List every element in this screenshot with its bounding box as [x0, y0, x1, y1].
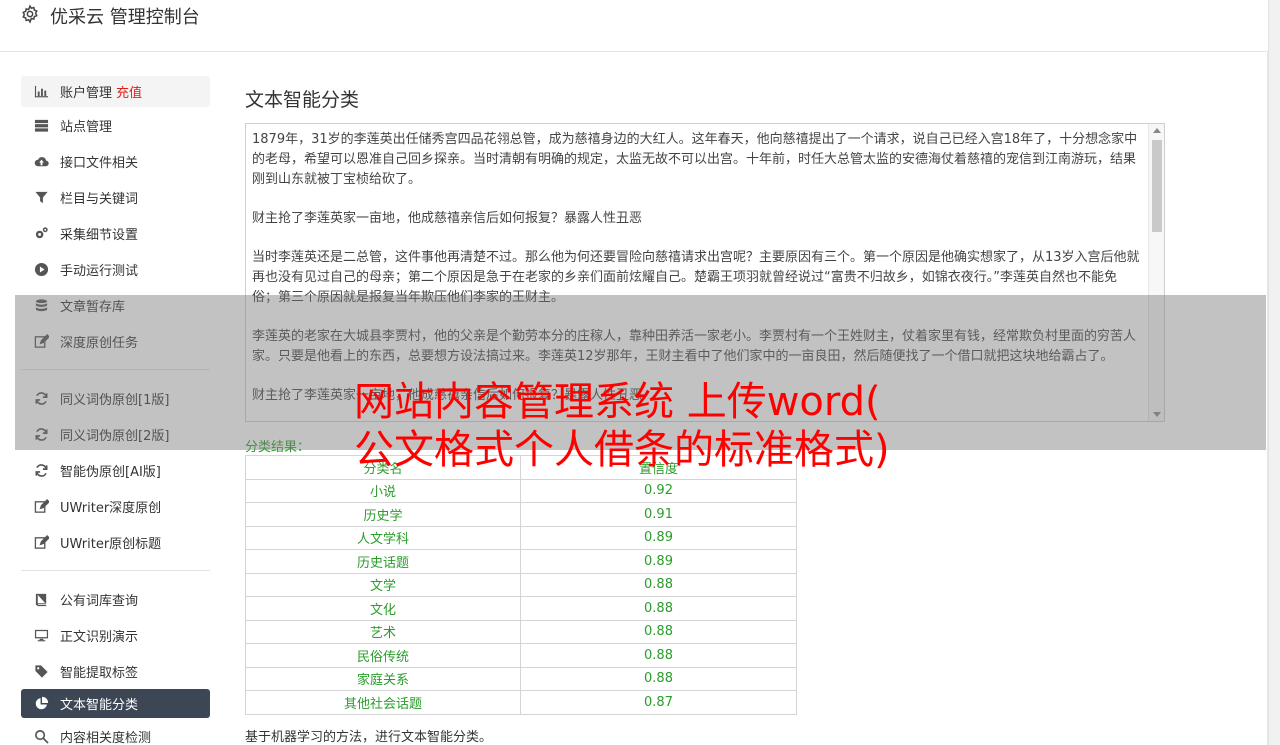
sidebar-item-label: 接口文件相关: [60, 155, 139, 171]
category-cell: 小说: [245, 478, 521, 503]
category-cell: 文化: [245, 596, 521, 621]
search-icon: [33, 728, 49, 744]
confidence-cell: 0.92: [520, 478, 797, 503]
tag-icon: [33, 663, 49, 679]
category-cell: 历史话题: [245, 549, 521, 574]
overlay-caption: 网站内容管理系统 上传word( 公文格式个人借条的标准格式): [354, 378, 994, 474]
server-icon: [33, 117, 49, 133]
classification-table: 分类名 置信度 小说 0.92 历史学 0.91 人文学科 0.89 历史话题 0.89…: [245, 455, 797, 715]
sidebar-item-interface-files[interactable]: 接口文件相关: [21, 143, 210, 179]
category-cell: 艺术: [245, 619, 521, 644]
footnote-text: 基于机器学习的方法，进行文本智能分类。: [245, 730, 493, 745]
sidebar-item-label: 智能伪原创[AI版]: [60, 464, 161, 480]
sidebar-item-label: 站点管理: [60, 119, 113, 135]
sidebar-item-label: 内容相关度检测: [60, 730, 152, 745]
table-row: 民俗传统 0.88: [245, 643, 797, 668]
text-paragraph: 1879年，31岁的李莲英出任储秀宫四品花翎总管，成为慈禧身边的大红人。这年春天…: [252, 132, 1138, 187]
table-row: 小说 0.92: [245, 478, 797, 503]
sidebar-item-text-recognition[interactable]: 正文识别演示: [21, 617, 210, 653]
overlay-line-2: 公文格式个人借条的标准格式): [354, 427, 890, 473]
refresh-icon: [33, 462, 49, 478]
table-row: 文学 0.88: [245, 572, 797, 597]
text-paragraph: 财主抢了李莲英家一亩地，他成慈禧亲信后如何报复？暴露人性丑恶: [252, 211, 643, 226]
sidebar-item-relevance-check[interactable]: 内容相关度检测: [21, 718, 210, 745]
overlay-line-1: 网站内容管理系统 上传word(: [354, 379, 881, 425]
sidebar-item-label: 智能提取标签: [60, 665, 139, 681]
sidebar-item-tag-extraction[interactable]: 智能提取标签: [21, 653, 210, 689]
edit-icon: [33, 534, 49, 550]
category-cell: 民俗传统: [245, 643, 521, 668]
recharge-link[interactable]: 充值: [116, 82, 142, 101]
table-row: 艺术 0.88: [245, 619, 797, 644]
confidence-cell: 0.87: [520, 690, 797, 715]
confidence-cell: 0.88: [520, 643, 797, 668]
sidebar-item-label: 账户管理: [60, 86, 113, 101]
sidebar-item-label: 采集细节设置: [60, 227, 139, 243]
sidebar-item-manual-run[interactable]: 手动运行测试: [21, 251, 210, 287]
sidebar-divider: [21, 570, 210, 571]
cogs-icon: [33, 225, 49, 241]
confidence-cell: 0.88: [520, 619, 797, 644]
page-scrollbar[interactable]: [1268, 0, 1280, 745]
sidebar-item-label: 正文识别演示: [60, 629, 139, 645]
sidebar-item-uwriter-deep[interactable]: UWriter深度原创: [21, 488, 210, 524]
table-row: 家庭关系 0.88: [245, 666, 797, 691]
sidebar-item-label: UWriter原创标题: [60, 536, 162, 552]
scrollbar-thumb[interactable]: [1152, 140, 1162, 232]
confidence-cell: 0.91: [520, 502, 797, 527]
sidebar-item-text-classification[interactable]: 文本智能分类: [21, 689, 210, 718]
book-icon: [33, 591, 49, 607]
confidence-cell: 0.88: [520, 572, 797, 597]
table-row: 人文学科 0.89: [245, 525, 797, 550]
sidebar-item-public-lexicon[interactable]: 公有词库查询: [21, 581, 210, 617]
category-cell: 历史学: [245, 502, 521, 527]
sidebar-item-uwriter-title[interactable]: UWriter原创标题: [21, 524, 210, 560]
scroll-up-icon[interactable]: [1153, 128, 1161, 133]
sidebar-item-label: 文本智能分类: [60, 698, 139, 713]
confidence-cell: 0.88: [520, 666, 797, 691]
table-row: 历史话题 0.89: [245, 549, 797, 574]
play-circle-icon: [33, 261, 49, 277]
app-title: 优采云 管理控制台: [50, 7, 200, 28]
sidebar-item-label: 公有词库查询: [60, 593, 139, 609]
bar-chart-icon: [33, 84, 49, 100]
monitor-icon: [33, 627, 49, 643]
sidebar-item-collection-settings[interactable]: 采集细节设置: [21, 215, 210, 251]
category-cell: 其他社会话题: [245, 690, 521, 715]
sidebar-item-label: UWriter深度原创: [60, 500, 162, 516]
cloud-upload-icon: [33, 153, 49, 169]
filter-icon: [33, 189, 49, 205]
category-cell: 文学: [245, 572, 521, 597]
sidebar-item-label: 栏目与关键词: [60, 191, 139, 207]
category-cell: 家庭关系: [245, 666, 521, 691]
table-row: 其他社会话题 0.87: [245, 690, 797, 715]
gear-icon: [22, 4, 38, 24]
pie-chart-icon: [33, 696, 49, 712]
sidebar-item-account[interactable]: 账户管理 充值: [21, 76, 210, 107]
edit-icon: [33, 498, 49, 514]
confidence-cell: 0.89: [520, 549, 797, 574]
sidebar-item-ai-pseudo-original[interactable]: 智能伪原创[AI版]: [21, 452, 210, 488]
confidence-cell: 0.89: [520, 525, 797, 550]
sidebar-item-label: 手动运行测试: [60, 263, 139, 279]
sidebar-item-columns-keywords[interactable]: 栏目与关键词: [21, 179, 210, 215]
top-header: 优采云 管理控制台: [0, 0, 1268, 52]
table-row: 历史学 0.91: [245, 502, 797, 527]
sidebar-item-sites[interactable]: 站点管理: [21, 107, 210, 143]
table-row: 文化 0.88: [245, 596, 797, 621]
category-cell: 人文学科: [245, 525, 521, 550]
confidence-cell: 0.88: [520, 596, 797, 621]
page-title: 文本智能分类: [245, 89, 360, 111]
